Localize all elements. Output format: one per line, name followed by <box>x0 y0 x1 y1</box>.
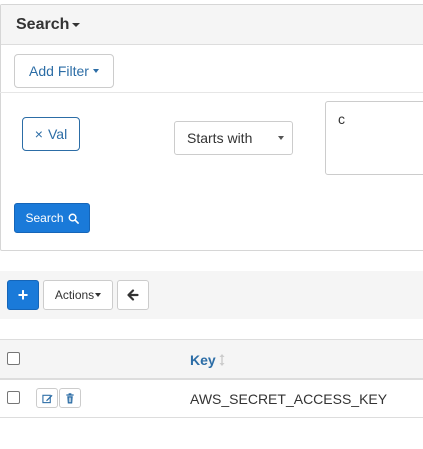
actions-label: Actions <box>54 288 95 302</box>
search-button-label: Search <box>25 211 64 225</box>
filter-value-text: c <box>338 111 345 127</box>
column-header-key-label: Key <box>190 352 216 368</box>
edit-button[interactable] <box>36 388 58 408</box>
page: Search Add Filter × Val Starts with c Se… <box>0 0 423 449</box>
operator-select[interactable]: Starts with <box>174 121 293 155</box>
search-icon <box>68 213 79 224</box>
cell-key: AWS_SECRET_ACCESS_KEY <box>190 391 388 407</box>
add-filter-label: Add Filter <box>29 63 89 79</box>
select-arrow-icon <box>278 136 284 140</box>
arrow-left-icon <box>127 289 139 301</box>
delete-button[interactable] <box>59 388 81 408</box>
caret-down-icon <box>92 69 99 73</box>
plus-icon: + <box>17 284 29 305</box>
filter-value-input[interactable]: c <box>325 101 423 175</box>
remove-icon[interactable]: × <box>35 126 43 142</box>
add-filter-button[interactable]: Add Filter <box>14 54 114 88</box>
add-record-button[interactable]: + <box>7 280 39 310</box>
operator-selected-value: Starts with <box>187 130 253 146</box>
search-title: Search <box>16 15 70 33</box>
back-button[interactable] <box>117 280 149 310</box>
trash-icon <box>66 392 74 404</box>
caret-down-icon <box>95 293 102 297</box>
filter-tag-label: Val <box>47 126 68 142</box>
edit-icon <box>41 394 53 403</box>
row-checkbox[interactable] <box>7 391 20 404</box>
search-button[interactable]: Search <box>14 203 90 233</box>
filter-tag-val[interactable]: × Val <box>22 117 80 151</box>
sort-icon <box>219 354 225 366</box>
search-panel-header[interactable]: Search <box>1 5 423 45</box>
select-all-checkbox[interactable] <box>7 352 20 365</box>
column-header-key[interactable]: Key <box>190 352 225 368</box>
caret-down-icon <box>72 22 81 27</box>
filter-divider <box>0 92 423 93</box>
actions-button[interactable]: Actions <box>43 280 113 310</box>
